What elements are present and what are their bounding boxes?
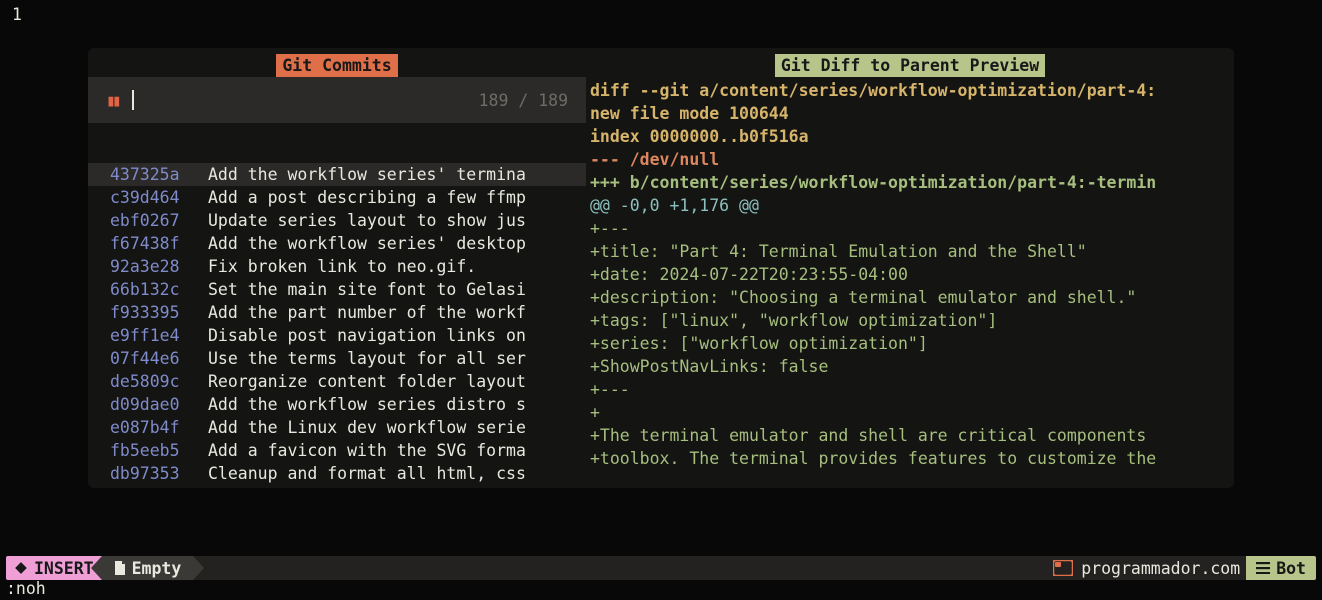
commit-hash: 92a3e28 — [110, 255, 196, 278]
diff-body[interactable]: diff --git a/content/series/workflow-opt… — [586, 77, 1234, 470]
diff-line: +--- — [586, 217, 1234, 240]
diff-line: --- /dev/null — [586, 148, 1234, 171]
line-number-gutter: 1 — [12, 3, 22, 26]
commit-hash: ebf0267 — [110, 209, 196, 232]
commit-row[interactable]: 07f44e6 Use the terms layout for all ser — [88, 347, 586, 370]
commit-row[interactable]: de5809c Reorganize content folder layout — [88, 370, 586, 393]
diff-line: diff --git a/content/series/workflow-opt… — [586, 79, 1234, 102]
commit-hash: 07f44e6 — [110, 347, 196, 370]
branch-indicator: Empty — [102, 556, 194, 580]
commit-hash: 66b132c — [110, 278, 196, 301]
commit-hash: db97353 — [110, 462, 196, 485]
position-text: Bot — [1276, 557, 1306, 580]
commit-row[interactable]: db97353 Cleanup and format all html, css — [88, 462, 586, 485]
commit-message: Disable post navigation links on — [208, 324, 526, 347]
commit-row[interactable]: f67438f Add the workflow series' desktop — [88, 232, 586, 255]
commit-message: Add the part number of the workf — [208, 301, 526, 324]
commit-row[interactable]: fb5eeb5 Add a favicon with the SVG forma — [88, 439, 586, 462]
diff-line: new file mode 100644 — [586, 102, 1234, 125]
commit-row[interactable]: f933395 Add the part number of the workf — [88, 301, 586, 324]
lines-icon — [1256, 562, 1270, 574]
vim-icon — [14, 561, 28, 575]
commit-hash: fb5eeb5 — [110, 439, 196, 462]
commit-hash: de5809c — [110, 370, 196, 393]
commit-message: Fix broken link to neo.gif. — [208, 255, 476, 278]
commit-hash: e087b4f — [110, 416, 196, 439]
diff-line: @@ -0,0 +1,176 @@ — [586, 194, 1234, 217]
diff-line: +series: ["workflow optimization"] — [586, 332, 1234, 355]
commit-message: Add the workflow series' termina — [208, 163, 526, 186]
commit-list[interactable]: 437325aAdd the workflow series' terminac… — [88, 123, 586, 485]
commit-hash: 437325a — [110, 163, 196, 186]
commit-row[interactable]: 92a3e28 Fix broken link to neo.gif. — [88, 255, 586, 278]
commit-message: Set the main site font to Gelasi — [208, 278, 526, 301]
diff-line: +date: 2024-07-22T20:23:55-04:00 — [586, 263, 1234, 286]
url-text: programmador.com — [1081, 556, 1246, 580]
commit-message: Add the workflow series' desktop — [208, 232, 526, 255]
commit-hash: f933395 — [110, 301, 196, 324]
commit-message: Add a favicon with the SVG forma — [208, 439, 526, 462]
statusline: INSERT Empty programmador.com Bot — [6, 556, 1316, 580]
diff-line: +ShowPostNavLinks: false — [586, 355, 1234, 378]
search-icon: ▮▮ — [106, 89, 118, 112]
search-bar[interactable]: ▮▮ 189 / 189 — [88, 77, 586, 123]
command-line[interactable]: :noh — [6, 577, 46, 600]
commit-row[interactable]: ebf0267 Update series layout to show jus — [88, 209, 586, 232]
diff-line: +description: "Choosing a terminal emula… — [586, 286, 1234, 309]
diff-line: index 0000000..b0f516a — [586, 125, 1234, 148]
diff-line: +The terminal emulator and shell are cri… — [586, 424, 1234, 447]
commit-hash: f67438f — [110, 232, 196, 255]
diff-line: +++ b/content/series/workflow-optimizati… — [586, 171, 1234, 194]
commit-message: Add the workflow series distro s — [208, 393, 526, 416]
commit-row[interactable]: 437325a Add the workflow series' termina — [88, 163, 586, 186]
diff-line: +--- — [586, 378, 1234, 401]
commit-message: Cleanup and format all html, css — [208, 462, 526, 485]
git-commits-panel: Git Commits ▮▮ 189 / 189 437325a Add the … — [88, 48, 586, 488]
commit-row[interactable]: 66b132c Set the main site font to Gelasi — [88, 278, 586, 301]
branch-text: Empty — [132, 557, 182, 580]
commit-row[interactable]: d09dae0 Add the workflow series distro s — [88, 393, 586, 416]
commit-row[interactable]: c39d464 Add a post describing a few ffmp — [88, 186, 586, 209]
diff-line: +tags: ["linux", "workflow optimization"… — [586, 309, 1234, 332]
commit-message: Update series layout to show jus — [208, 209, 526, 232]
commit-message: Use the terms layout for all ser — [208, 347, 526, 370]
commit-hash: c39d464 — [110, 186, 196, 209]
commit-message: Add the Linux dev workflow serie — [208, 416, 526, 439]
commit-row[interactable]: e9ff1e4 Disable post navigation links on — [88, 324, 586, 347]
commit-message: Reorganize content folder layout — [208, 370, 526, 393]
git-diff-title: Git Diff to Parent Preview — [775, 54, 1045, 77]
diff-line: + — [586, 401, 1234, 424]
result-count: 189 / 189 — [479, 89, 568, 112]
commit-hash: e9ff1e4 — [110, 324, 196, 347]
git-commits-title: Git Commits — [276, 54, 397, 77]
commit-row[interactable]: e087b4f Add the Linux dev workflow serie — [88, 416, 586, 439]
position-indicator: Bot — [1246, 556, 1316, 580]
window-icon — [1049, 556, 1081, 580]
diff-line: +toolbox. The terminal provides features… — [586, 447, 1234, 470]
fzf-popup: Git Commits ▮▮ 189 / 189 437325a Add the … — [88, 48, 1234, 488]
diff-line: +title: "Part 4: Terminal Emulation and … — [586, 240, 1234, 263]
commit-hash: d09dae0 — [110, 393, 196, 416]
git-diff-panel: Git Diff to Parent Preview diff --git a/… — [586, 48, 1234, 488]
search-cursor — [132, 90, 134, 110]
commit-message: Add a post describing a few ffmp — [208, 186, 526, 209]
file-icon — [114, 561, 126, 575]
